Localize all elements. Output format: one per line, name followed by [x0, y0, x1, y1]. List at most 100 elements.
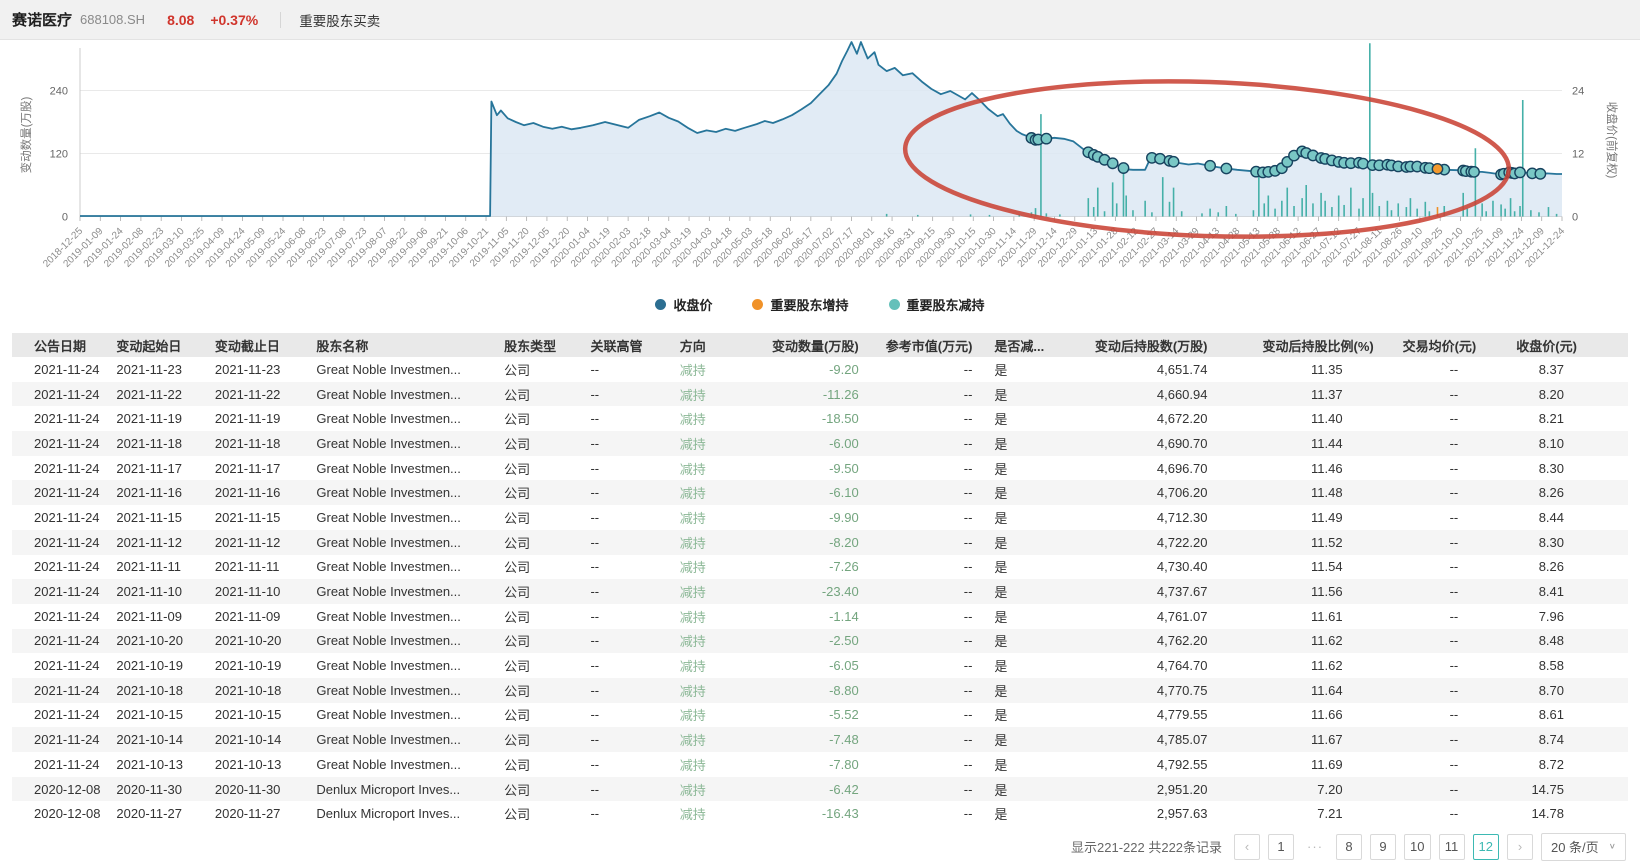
reduce-event-marker[interactable]: [1155, 154, 1165, 164]
page-button-12[interactable]: 12: [1473, 834, 1499, 860]
table-row[interactable]: 2021-11-242021-10-142021-10-14Great Nobl…: [12, 727, 1628, 752]
table-row[interactable]: 2020-12-082020-11-302020-11-30Denlux Mic…: [12, 777, 1628, 802]
table-cell: --: [873, 505, 987, 530]
reduce-event-marker[interactable]: [1535, 169, 1545, 179]
column-header[interactable]: 股东类型: [496, 333, 582, 357]
table-cell: 2021-11-24: [12, 480, 108, 505]
table-cell: 8.20: [1516, 382, 1628, 407]
reduce-event-marker[interactable]: [1205, 161, 1215, 171]
legend-item-1[interactable]: 重要股东增持: [752, 295, 848, 314]
reduce-event-marker[interactable]: [1221, 163, 1231, 173]
table-cell: 是: [986, 752, 1077, 777]
reduce-event-marker[interactable]: [1469, 167, 1479, 177]
table-cell: 4,762.20: [1078, 629, 1263, 654]
table-cell: Great Noble Investmen...: [308, 406, 496, 431]
column-header[interactable]: 股东名称: [308, 333, 496, 357]
table-cell: --: [873, 530, 987, 555]
page-button-1[interactable]: 1: [1268, 834, 1294, 860]
table-cell: 2021-11-15: [108, 505, 206, 530]
table-cell: 2,957.63: [1078, 801, 1263, 826]
page-size-select[interactable]: 20 条/页 ∨: [1541, 833, 1626, 861]
column-header[interactable]: 方向: [672, 333, 753, 357]
table-row[interactable]: 2021-11-242021-10-192021-10-19Great Nobl…: [12, 653, 1628, 678]
table-cell: 减持: [672, 752, 753, 777]
table-cell: 减持: [672, 653, 753, 678]
legend-item-2[interactable]: 重要股东减持: [889, 295, 985, 314]
column-header[interactable]: 参考市值(万元): [873, 333, 987, 357]
column-header[interactable]: 变动数量(万股): [753, 333, 873, 357]
table-cell: 是: [986, 678, 1077, 703]
prev-page-button[interactable]: ‹: [1234, 834, 1260, 860]
table-cell: --: [582, 604, 671, 629]
table-cell: -23.40: [753, 579, 873, 604]
table-cell: 是: [986, 777, 1077, 802]
table-row[interactable]: 2021-11-242021-11-152021-11-15Great Nobl…: [12, 505, 1628, 530]
table-row[interactable]: 2021-11-242021-10-132021-10-13Great Nobl…: [12, 752, 1628, 777]
table-row[interactable]: 2021-11-242021-10-202021-10-20Great Nobl…: [12, 629, 1628, 654]
page-button-11[interactable]: 11: [1439, 834, 1465, 860]
page-buttons: ‹ 1 ··· 89 10 11 12 ›: [1234, 834, 1533, 860]
table-cell: 2021-11-24: [12, 703, 108, 728]
table-row[interactable]: 2021-11-242021-10-152021-10-15Great Nobl…: [12, 703, 1628, 728]
table-row[interactable]: 2021-11-242021-11-092021-11-09Great Nobl…: [12, 604, 1628, 629]
column-header[interactable]: 关联高管: [582, 333, 671, 357]
table-cell: 2021-11-10: [108, 579, 206, 604]
page-ellipsis[interactable]: ···: [1302, 834, 1328, 860]
table-cell: Great Noble Investmen...: [308, 703, 496, 728]
table-cell: 是: [986, 604, 1077, 629]
table-row[interactable]: 2020-12-082020-11-272020-11-27Denlux Mic…: [12, 801, 1628, 826]
table-cell: 2021-11-24: [12, 678, 108, 703]
table-cell: 11.56: [1262, 579, 1402, 604]
table-row[interactable]: 2021-11-242021-11-192021-11-19Great Nobl…: [12, 406, 1628, 431]
shareholder-trading-chart[interactable]: 012024001224变动数量(万股)收盘价(前复权)2018-12-2520…: [0, 40, 1640, 333]
table-cell: 11.52: [1262, 530, 1402, 555]
table-row[interactable]: 2021-11-242021-11-182021-11-18Great Nobl…: [12, 431, 1628, 456]
increase-event-marker[interactable]: [1432, 164, 1442, 174]
table-cell: 公司: [496, 629, 582, 654]
legend-dot-icon: [655, 299, 666, 310]
column-header[interactable]: 变动后持股比例(%): [1262, 333, 1402, 357]
column-header[interactable]: 变动后持股数(万股): [1078, 333, 1263, 357]
table-cell: --: [873, 801, 987, 826]
table-row[interactable]: 2021-11-242021-11-222021-11-22Great Nobl…: [12, 382, 1628, 407]
table-cell: --: [582, 579, 671, 604]
table-row[interactable]: 2021-11-242021-10-182021-10-18Great Nobl…: [12, 678, 1628, 703]
table-cell: 减持: [672, 629, 753, 654]
column-header[interactable]: 变动截止日: [207, 333, 309, 357]
column-header[interactable]: 是否减...: [986, 333, 1077, 357]
table-cell: 7.20: [1262, 777, 1402, 802]
column-header[interactable]: 收盘价(元): [1516, 333, 1628, 357]
column-header[interactable]: 公告日期: [12, 333, 108, 357]
reduce-event-marker[interactable]: [1515, 167, 1525, 177]
table-row[interactable]: 2021-11-242021-11-162021-11-16Great Nobl…: [12, 480, 1628, 505]
table-cell: 是: [986, 801, 1077, 826]
table-cell: 2021-11-24: [12, 604, 108, 629]
reduce-event-marker[interactable]: [1358, 158, 1368, 168]
table-row[interactable]: 2021-11-242021-11-102021-11-10Great Nobl…: [12, 579, 1628, 604]
page-button-9[interactable]: 9: [1370, 834, 1396, 860]
table-cell: 2021-11-17: [207, 456, 309, 481]
table-cell: --: [1403, 555, 1517, 580]
table-row[interactable]: 2021-11-242021-11-172021-11-17Great Nobl…: [12, 456, 1628, 481]
next-page-button[interactable]: ›: [1507, 834, 1533, 860]
column-header[interactable]: 变动起始日: [108, 333, 206, 357]
table-row[interactable]: 2021-11-242021-11-122021-11-12Great Nobl…: [12, 530, 1628, 555]
table-cell: --: [582, 357, 671, 382]
table-cell: 4,706.20: [1078, 480, 1263, 505]
table-cell: Great Noble Investmen...: [308, 629, 496, 654]
reduce-event-marker[interactable]: [1041, 133, 1051, 143]
column-header[interactable]: 交易均价(元): [1403, 333, 1517, 357]
table-cell: 8.10: [1516, 431, 1628, 456]
reduce-event-marker[interactable]: [1168, 157, 1178, 167]
tab-major-shareholder-trading[interactable]: 重要股东买卖: [299, 10, 380, 30]
table-cell: --: [873, 777, 987, 802]
page-button-8[interactable]: 8: [1336, 834, 1362, 860]
table-row[interactable]: 2021-11-242021-11-232021-11-23Great Nobl…: [12, 357, 1628, 382]
table-row[interactable]: 2021-11-242021-11-112021-11-11Great Nobl…: [12, 555, 1628, 580]
table-cell: 2021-10-13: [207, 752, 309, 777]
table-cell: --: [1403, 678, 1517, 703]
page-button-10[interactable]: 10: [1404, 834, 1430, 860]
legend-item-0[interactable]: 收盘价: [655, 295, 712, 314]
reduce-event-marker[interactable]: [1107, 158, 1117, 168]
reduce-event-marker[interactable]: [1118, 163, 1128, 173]
